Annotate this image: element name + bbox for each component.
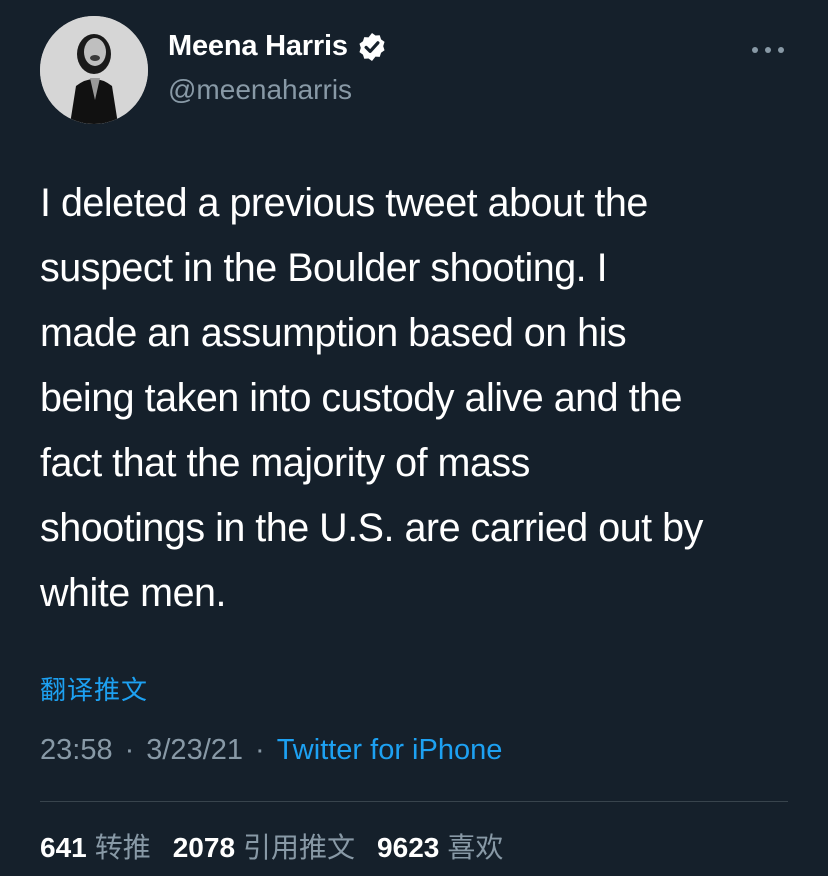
translate-tweet-link[interactable]: 翻译推文 — [40, 670, 148, 707]
retweets-stat[interactable]: 641 转推 — [40, 826, 151, 866]
quote-tweets-count: 2078 — [172, 832, 236, 863]
tweet-source-link[interactable]: Twitter for iPhone — [277, 734, 503, 767]
tweet-text: I deleted a previous tweet about the sus… — [40, 171, 800, 626]
likes-stat[interactable]: 9623 喜欢 — [377, 826, 503, 866]
tweet-line: white men. — [40, 571, 227, 615]
avatar[interactable] — [40, 16, 148, 124]
tweet-line: being taken into custody alive and the — [40, 376, 683, 420]
likes-count: 9623 — [377, 832, 440, 863]
retweets-count: 641 — [40, 832, 87, 863]
tweet-line: suspect in the Boulder shooting. I — [40, 246, 608, 290]
display-name[interactable]: Meena Harris — [168, 30, 348, 63]
avatar-photo — [40, 16, 148, 124]
display-name-row: Meena Harris — [168, 30, 388, 63]
retweets-label: 转推 — [94, 832, 151, 863]
more-dot — [765, 47, 771, 53]
likes-label: 喜欢 — [447, 832, 504, 863]
verified-badge-icon — [356, 31, 388, 63]
more-dot — [778, 47, 784, 53]
tweet-line: made an assumption based on his — [40, 311, 627, 355]
separator: · — [255, 734, 265, 766]
tweet-time[interactable]: 23:58 — [40, 734, 113, 767]
tweet-line: fact that the majority of mass — [40, 441, 530, 485]
quote-tweets-label: 引用推文 — [243, 832, 356, 863]
more-horizontal-icon[interactable] — [748, 36, 788, 64]
more-dot — [752, 47, 758, 53]
quote-tweets-stat[interactable]: 2078 引用推文 — [173, 826, 355, 866]
divider — [40, 801, 788, 802]
tweet-date[interactable]: 3/23/21 — [146, 734, 243, 767]
tweet-metadata: 23:58 · 3/23/21 · Twitter for iPhone — [40, 734, 502, 767]
tweet-line: I deleted a previous tweet about the — [40, 181, 648, 225]
user-handle[interactable]: @meenaharris — [168, 74, 352, 106]
tweet-line: shootings in the U.S. are carried out by — [40, 506, 703, 550]
engagement-stats: 641 转推 2078 引用推文 9623 喜欢 — [40, 826, 525, 866]
separator: · — [124, 734, 135, 766]
